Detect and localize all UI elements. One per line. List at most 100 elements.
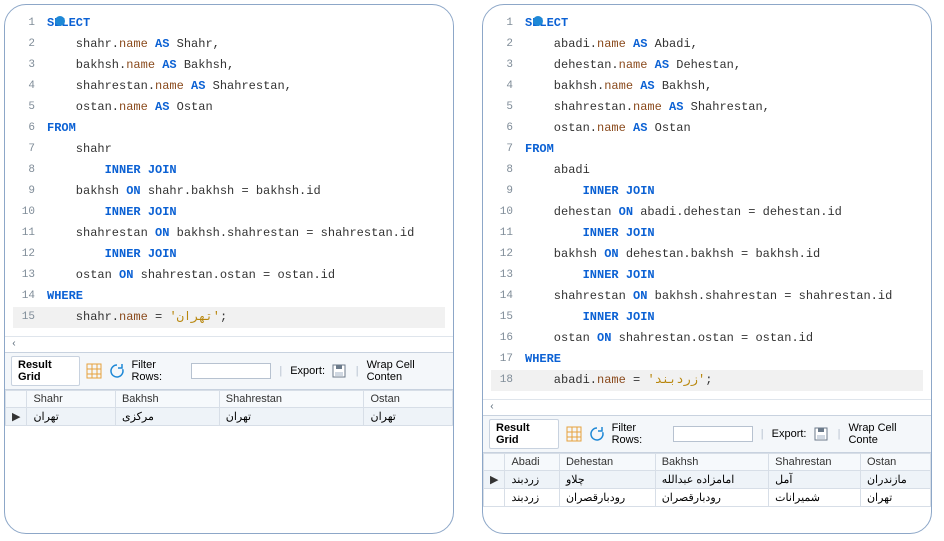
code-text[interactable]: ostan ON shahrestan.ostan = ostan.id [47,265,335,286]
code-text[interactable]: SELECT [47,13,90,34]
scroll-track[interactable] [499,402,931,414]
column-header[interactable]: Shahr [27,391,115,408]
sql-editor-left[interactable]: 1SELECT2 shahr.name AS Shahr,3 bakhsh.na… [5,11,453,334]
code-text[interactable]: WHERE [47,286,83,307]
code-text[interactable]: INNER JOIN [525,223,655,244]
code-text[interactable]: dehestan ON abadi.dehestan = dehestan.id [525,202,842,223]
row-selector[interactable]: ▶ [6,408,27,426]
wrap-cell-button[interactable]: Wrap Cell Conte [848,422,925,446]
code-line[interactable]: 12 bakhsh ON dehestan.bakhsh = bakhsh.id [491,244,923,265]
editor-hscroll[interactable]: ‹ [483,399,931,415]
code-text[interactable]: abadi [525,160,590,181]
filter-rows-input[interactable] [673,426,753,442]
cell[interactable]: تهران [219,408,364,426]
cell[interactable]: تهران [27,408,115,426]
scroll-track[interactable] [21,339,453,351]
table-row[interactable]: ▶تهرانمرکزیتهرانتهران [6,408,453,426]
code-text[interactable]: abadi.name = 'زردبند'; [525,370,712,391]
code-line[interactable]: 12 INNER JOIN [13,244,445,265]
code-text[interactable]: ostan.name AS Ostan [525,118,691,139]
column-header[interactable]: Bakhsh [655,454,768,471]
code-line[interactable]: 17WHERE [491,349,923,370]
code-text[interactable]: bakhsh.name AS Bakhsh, [47,55,234,76]
column-header[interactable]: Ostan [860,454,930,471]
scroll-left-icon[interactable]: ‹ [7,338,21,352]
cell[interactable]: زردبند [505,471,560,489]
wrap-cell-button[interactable]: Wrap Cell Conten [367,359,447,383]
code-text[interactable]: shahr.name AS Shahr, [47,34,220,55]
cell[interactable]: امامزاده عبدالله [655,471,768,489]
result-grid-right[interactable]: AbadiDehestanBakhshShahrestanOstan▶زردبن… [483,453,931,507]
code-text[interactable]: INNER JOIN [525,181,655,202]
code-text[interactable]: INNER JOIN [525,307,655,328]
code-line[interactable]: 8 INNER JOIN [13,160,445,181]
column-header[interactable]: Shahrestan [769,454,861,471]
code-line[interactable]: 7 shahr [13,139,445,160]
row-selector[interactable] [484,489,505,507]
refresh-icon[interactable] [588,425,605,443]
code-text[interactable]: ostan ON shahrestan.ostan = ostan.id [525,328,813,349]
code-text[interactable]: shahrestan.name AS Shahrestan, [47,76,292,97]
editor-hscroll[interactable]: ‹ [5,336,453,352]
row-selector[interactable]: ▶ [484,471,505,489]
cell[interactable]: شمیرانات [769,489,861,507]
cell[interactable]: چلاو [559,471,655,489]
code-text[interactable]: ostan.name AS Ostan [47,97,213,118]
code-line[interactable]: 6FROM [13,118,445,139]
code-line[interactable]: 3 dehestan.name AS Dehestan, [491,55,923,76]
code-line[interactable]: 5 ostan.name AS Ostan [13,97,445,118]
code-line[interactable]: 15 shahr.name = 'تهران'; [13,307,445,328]
code-text[interactable]: bakhsh ON dehestan.bakhsh = bakhsh.id [525,244,820,265]
export-disk-icon[interactable] [813,425,830,443]
code-line[interactable]: 10 dehestan ON abadi.dehestan = dehestan… [491,202,923,223]
code-line[interactable]: 15 INNER JOIN [491,307,923,328]
cell[interactable]: رودبارقصران [655,489,768,507]
cell[interactable]: تهران [860,489,930,507]
code-line[interactable]: 2 abadi.name AS Abadi, [491,34,923,55]
cell[interactable]: مرکزی [115,408,219,426]
code-line[interactable]: 18 abadi.name = 'زردبند'; [491,370,923,391]
code-line[interactable]: 1SELECT [13,13,445,34]
table-row[interactable]: ▶زردبندچلاوامامزاده عبداللهآملمازندران [484,471,931,489]
column-header[interactable]: Dehestan [559,454,655,471]
cell[interactable]: زردبند [505,489,560,507]
code-text[interactable]: INNER JOIN [525,265,655,286]
code-text[interactable]: dehestan.name AS Dehestan, [525,55,741,76]
result-grid-left[interactable]: ShahrBakhshShahrestanOstan▶تهرانمرکزیتهر… [5,390,453,426]
code-line[interactable]: 13 INNER JOIN [491,265,923,286]
grid-icon[interactable] [86,362,103,380]
code-text[interactable]: FROM [525,139,554,160]
table-row[interactable]: زردبندرودبارقصرانرودبارقصرانشمیراناتتهرا… [484,489,931,507]
refresh-icon[interactable] [109,362,126,380]
cell[interactable]: آمل [769,471,861,489]
code-text[interactable]: shahr.name = 'تهران'; [47,307,227,328]
code-line[interactable]: 4 bakhsh.name AS Bakhsh, [491,76,923,97]
filter-rows-input[interactable] [191,363,271,379]
result-grid-tab[interactable]: Result Grid [489,419,559,449]
code-text[interactable]: INNER JOIN [47,244,177,265]
code-text[interactable]: shahrestan.name AS Shahrestan, [525,97,770,118]
column-header[interactable]: Shahrestan [219,391,364,408]
code-line[interactable]: 1SELECT [491,13,923,34]
code-line[interactable]: 14 shahrestan ON bakhsh.shahrestan = sha… [491,286,923,307]
code-line[interactable]: 9 INNER JOIN [491,181,923,202]
code-line[interactable]: 10 INNER JOIN [13,202,445,223]
column-header[interactable]: Ostan [364,391,453,408]
code-text[interactable]: shahr [47,139,112,160]
cell[interactable]: تهران [364,408,453,426]
code-line[interactable]: 11 INNER JOIN [491,223,923,244]
code-text[interactable]: abadi.name AS Abadi, [525,34,698,55]
code-line[interactable]: 7FROM [491,139,923,160]
code-line[interactable]: 13 ostan ON shahrestan.ostan = ostan.id [13,265,445,286]
code-text[interactable]: shahrestan ON bakhsh.shahrestan = shahre… [525,286,892,307]
code-text[interactable]: bakhsh.name AS Bakhsh, [525,76,712,97]
cell[interactable]: مازندران [860,471,930,489]
sql-editor-right[interactable]: 1SELECT2 abadi.name AS Abadi,3 dehestan.… [483,11,931,397]
code-line[interactable]: 5 shahrestan.name AS Shahrestan, [491,97,923,118]
result-grid-tab[interactable]: Result Grid [11,356,80,386]
code-line[interactable]: 9 bakhsh ON shahr.bakhsh = bakhsh.id [13,181,445,202]
code-text[interactable]: shahrestan ON bakhsh.shahrestan = shahre… [47,223,414,244]
code-line[interactable]: 2 shahr.name AS Shahr, [13,34,445,55]
column-header[interactable]: Abadi [505,454,560,471]
code-line[interactable]: 4 shahrestan.name AS Shahrestan, [13,76,445,97]
